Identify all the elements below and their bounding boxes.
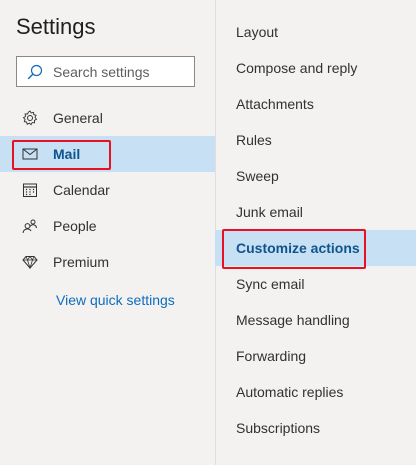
mail-setting-rules[interactable]: Rules [215, 122, 416, 158]
diamond-icon [21, 253, 39, 271]
mail-setting-junk-email[interactable]: Junk email [215, 194, 416, 230]
nav-label-calendar: Calendar [53, 182, 110, 198]
nav-label-general: General [53, 110, 103, 126]
mail-setting-layout[interactable]: Layout [215, 14, 416, 50]
nav-item-mail[interactable]: Mail [0, 136, 215, 172]
mail-setting-forwarding[interactable]: Forwarding [215, 338, 416, 374]
mail-setting-automatic-replies[interactable]: Automatic replies [215, 374, 416, 410]
gear-icon [21, 109, 39, 127]
mail-setting-subscriptions[interactable]: Subscriptions [215, 410, 416, 446]
search-box[interactable] [16, 56, 195, 87]
mail-setting-message-handling[interactable]: Message handling [215, 302, 416, 338]
mail-setting-sync-email[interactable]: Sync email [215, 266, 416, 302]
mail-setting-compose-and-reply[interactable]: Compose and reply [215, 50, 416, 86]
mail-icon [21, 145, 39, 163]
nav-label-premium: Premium [53, 254, 110, 270]
calendar-icon [21, 181, 39, 199]
nav-item-people[interactable]: People [0, 208, 215, 244]
mail-setting-attachments[interactable]: Attachments [215, 86, 416, 122]
people-icon [21, 217, 39, 235]
nav-item-premium[interactable]: Premium [0, 244, 215, 280]
nav-label-mail: Mail [53, 146, 81, 162]
mail-setting-customize-actions[interactable]: Customize actions [215, 230, 416, 266]
nav-item-general[interactable]: General [0, 100, 215, 136]
search-icon [27, 63, 45, 81]
settings-title: Settings [16, 14, 96, 39]
nav-label-people: People [53, 218, 97, 234]
search-input[interactable] [53, 63, 183, 80]
view-quick-settings-link[interactable]: View quick settings [56, 292, 175, 308]
nav-item-calendar[interactable]: Calendar [0, 172, 215, 208]
mail-setting-sweep[interactable]: Sweep [215, 158, 416, 194]
